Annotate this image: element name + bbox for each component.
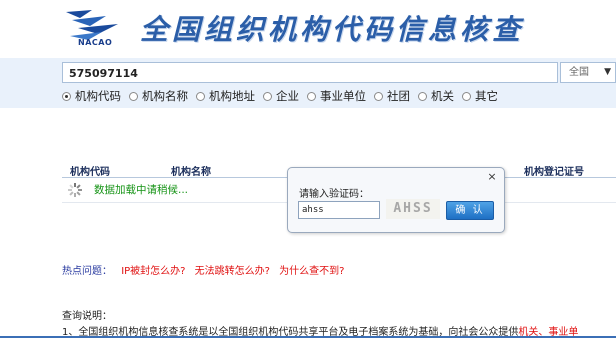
search-type-radios: 机构代码 机构名称 机构地址 企业 事业单位 社团 机关 其它 (62, 88, 506, 104)
radio-label: 其它 (475, 89, 498, 103)
radio-label: 社团 (387, 89, 410, 103)
captcha-label: 请输入验证码： (299, 189, 369, 200)
radio-org-name[interactable]: 机构名称 (129, 88, 188, 104)
chevron-down-icon: ▼ (604, 67, 611, 77)
hot-questions-label: 热点问题： (62, 266, 112, 277)
radio-association[interactable]: 社团 (374, 88, 410, 104)
column-reg-number: 机构登记证号 (524, 167, 584, 178)
radio-dot[interactable] (196, 91, 205, 101)
hot-link-not-found[interactable]: 为什么查不到? (279, 266, 344, 277)
radio-dot[interactable] (263, 91, 272, 101)
captcha-text: AHSS (393, 201, 433, 216)
radio-enterprise[interactable]: 企业 (263, 88, 299, 104)
loading-row: 数据加载中请稍候... (68, 182, 188, 197)
scope-select-value: 全国 (569, 67, 589, 78)
radio-dot[interactable] (62, 91, 71, 101)
radio-dot[interactable] (418, 91, 427, 101)
column-org-name: 机构名称 (171, 167, 211, 178)
hot-link-ip-blocked[interactable]: IP被封怎么办? (121, 266, 185, 277)
scope-select[interactable]: 全国 ▼ (560, 62, 616, 83)
radio-label: 企业 (276, 89, 299, 103)
radio-label: 机构代码 (75, 89, 121, 103)
radio-dot[interactable] (374, 91, 383, 101)
radio-label: 事业单位 (320, 89, 366, 103)
radio-label: 机构名称 (142, 89, 188, 103)
instructions-title: 查询说明： (62, 311, 112, 322)
captcha-dialog: × 请输入验证码： ahss AHSS 确 认 (287, 167, 505, 233)
radio-dot[interactable] (129, 91, 138, 101)
radio-dot[interactable] (462, 91, 471, 101)
site-title: 全国组织机构代码信息核查 (140, 13, 525, 46)
column-org-code: 机构代码 (70, 167, 110, 178)
radio-org-code[interactable]: 机构代码 (62, 88, 121, 104)
radio-label: 机构地址 (209, 89, 255, 103)
logo-text: NACAO (78, 38, 113, 47)
radio-other[interactable]: 其它 (462, 88, 498, 104)
radio-dot[interactable] (307, 91, 316, 101)
hot-questions: 热点问题： IP被封怎么办? 无法跳转怎么办? 为什么查不到? (62, 262, 350, 277)
captcha-image[interactable]: AHSS (386, 199, 440, 219)
radio-label: 机关 (431, 89, 454, 103)
search-input[interactable]: 575097114 (62, 62, 558, 83)
radio-government[interactable]: 机关 (418, 88, 454, 104)
close-icon[interactable]: × (486, 171, 498, 183)
hot-link-cannot-redirect[interactable]: 无法跳转怎么办? (195, 266, 270, 277)
loading-text: 数据加载中请稍候... (94, 184, 189, 196)
confirm-button[interactable]: 确 认 (446, 201, 494, 220)
radio-org-address[interactable]: 机构地址 (196, 88, 255, 104)
radio-institution[interactable]: 事业单位 (307, 88, 366, 104)
captcha-input[interactable]: ahss (298, 201, 380, 219)
loading-spinner-icon (68, 182, 82, 197)
header: NACAO 全国组织机构代码信息核查 (0, 0, 616, 58)
